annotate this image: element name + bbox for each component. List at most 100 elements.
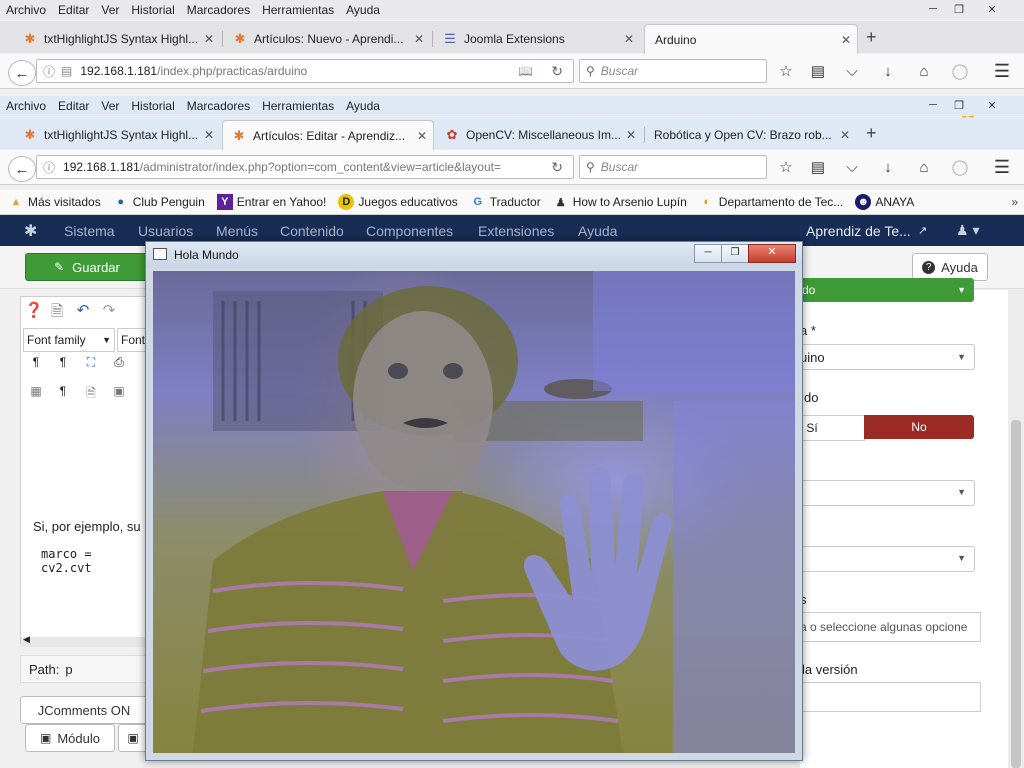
status-select[interactable]: do ▼ xyxy=(800,278,974,302)
media-icon[interactable]: ▣ xyxy=(105,384,133,405)
tab-robotica[interactable]: Robótica y Open CV: Brazo rob... ✕ xyxy=(646,120,856,149)
reload-icon[interactable]: ↻ xyxy=(551,63,563,80)
bookmark-anaya[interactable]: ☻ ANAYA xyxy=(855,194,914,210)
bookmarks-overflow-icon[interactable]: » xyxy=(1011,195,1018,209)
close-tab-icon[interactable]: ✕ xyxy=(204,32,214,46)
user-icon[interactable]: ♟ ▾ xyxy=(956,222,979,239)
close-tab-icon[interactable]: ✕ xyxy=(204,128,214,142)
pilcrow-icon[interactable]: ¶ xyxy=(49,384,77,405)
url-bar[interactable]: ⓘ ▤ 192.168.1.181/index.php/practicas/ar… xyxy=(36,59,574,83)
fullscreen-icon[interactable]: ⛶ xyxy=(77,355,105,370)
pocket-icon[interactable]: ⌵ xyxy=(842,157,862,177)
category-select[interactable]: uino ▼ xyxy=(800,344,975,370)
search-input[interactable]: ⚲ Buscar xyxy=(579,155,767,179)
back-button[interactable]: ← xyxy=(8,156,36,182)
rtl-icon[interactable]: ¶ xyxy=(49,355,77,370)
close-tab-icon[interactable]: ✕ xyxy=(414,32,424,46)
bookmark-arsenio[interactable]: ♟ How to Arsenio Lupín xyxy=(553,194,687,210)
menu-herramientas[interactable]: Herramientas xyxy=(262,99,334,113)
page-vscrollbar[interactable] xyxy=(1008,290,1024,768)
home-icon[interactable]: ⌂ xyxy=(914,157,934,177)
bookmark-club-penguin[interactable]: ● Club Penguin xyxy=(113,194,204,210)
nav-componentes[interactable]: Componentes xyxy=(366,223,453,239)
menu-ayuda[interactable]: Ayuda xyxy=(346,99,380,113)
tab-txthighlight[interactable]: ✱ txtHighlightJS Syntax Highl... ✕ xyxy=(14,24,220,53)
pocket-icon[interactable]: ⌵ xyxy=(842,61,862,81)
window-minimize-button[interactable]: ─ xyxy=(694,244,722,263)
info-icon[interactable]: ⓘ xyxy=(43,159,55,176)
nav-contenido[interactable]: Contenido xyxy=(280,223,344,239)
reader-view-icon[interactable]: 📖 xyxy=(518,64,533,78)
maximize-button[interactable]: ❐ xyxy=(946,96,972,114)
nav-sistema[interactable]: Sistema xyxy=(64,223,115,239)
info-icon[interactable]: ⓘ xyxy=(43,63,55,80)
save-button[interactable]: ✎ Guardar xyxy=(25,253,149,281)
maximize-button[interactable]: ❐ xyxy=(946,0,972,18)
nav-ayuda[interactable]: Ayuda xyxy=(578,223,617,239)
hamburger-menu-icon[interactable]: ☰ xyxy=(992,157,1012,177)
template-icon[interactable]: 🗎 xyxy=(77,384,105,405)
tab-articulos-editar[interactable]: ✱ Artículos: Editar - Aprendiz... ✕ xyxy=(222,120,434,150)
window-maximize-button[interactable]: ❐ xyxy=(721,244,749,263)
menu-historial[interactable]: Historial xyxy=(131,3,174,17)
access-select[interactable]: ▼ xyxy=(800,480,975,506)
close-button[interactable]: ✕ xyxy=(972,96,1012,114)
bookmark-traductor[interactable]: G Traductor xyxy=(470,194,541,210)
new-doc-icon[interactable]: 🗎 xyxy=(45,301,69,323)
tab-articulos-nuevo[interactable]: ✱ Artículos: Nuevo - Aprendi... ✕ xyxy=(224,24,430,53)
star-icon[interactable]: ☆ xyxy=(776,157,796,177)
window-close-button[interactable]: ✕ xyxy=(748,244,796,263)
sync-icon[interactable]: ◯ xyxy=(950,61,970,81)
print-icon[interactable]: ⎙ xyxy=(105,355,133,370)
close-tab-icon[interactable]: ✕ xyxy=(624,32,634,46)
tags-input[interactable]: a o seleccione algunas opcione xyxy=(800,612,981,642)
download-icon[interactable]: ↓ xyxy=(878,61,898,81)
bookmark-yahoo[interactable]: Y Entrar en Yahoo! xyxy=(216,194,326,210)
scrollbar-thumb[interactable] xyxy=(1011,420,1021,768)
bookmark-departamento[interactable]: ◐ Departamento de Tec... xyxy=(699,194,843,210)
star-icon[interactable]: ☆ xyxy=(776,61,796,81)
bookmark-mas-visitados[interactable]: ▲ Más visitados xyxy=(8,194,101,210)
menu-marcadores[interactable]: Marcadores xyxy=(187,99,250,113)
tab-arduino[interactable]: Arduino ✕ xyxy=(644,24,858,54)
download-icon[interactable]: ↓ xyxy=(878,157,898,177)
featured-no[interactable]: No xyxy=(864,415,974,439)
url-bar[interactable]: ⓘ 192.168.1.181/administrator/index.php?… xyxy=(36,155,574,179)
modulo-button[interactable]: ▣ Módulo xyxy=(25,724,115,752)
tab-txthighlight[interactable]: ✱ txtHighlightJS Syntax Highl... ✕ xyxy=(14,120,220,149)
menu-marcadores[interactable]: Marcadores xyxy=(187,3,250,17)
help-circle-icon[interactable]: ❓ xyxy=(23,301,45,323)
menu-historial[interactable]: Historial xyxy=(131,99,174,113)
ltr-icon[interactable]: ¶ xyxy=(23,355,49,370)
nav-extensiones[interactable]: Extensiones xyxy=(478,223,554,239)
menu-editar[interactable]: Editar xyxy=(58,99,89,113)
close-tab-icon[interactable]: ✕ xyxy=(417,129,427,143)
home-icon[interactable]: ⌂ xyxy=(914,61,934,81)
minimize-button[interactable]: ─ xyxy=(920,96,946,114)
undo-icon[interactable]: ↶ xyxy=(69,301,97,323)
help-button[interactable]: ? Ayuda xyxy=(912,253,988,281)
search-input[interactable]: ⚲ Buscar xyxy=(579,59,767,83)
close-tab-icon[interactable]: ✕ xyxy=(840,128,850,142)
sync-icon[interactable]: ◯ xyxy=(950,157,970,177)
font-family-select[interactable]: Font family ▼ xyxy=(23,328,115,352)
menu-archivo[interactable]: Archivo xyxy=(6,99,46,113)
menu-ayuda[interactable]: Ayuda xyxy=(346,3,380,17)
grid-icon[interactable]: ▦ xyxy=(23,384,49,405)
opencv-window[interactable]: Hola Mundo ─ ❐ ✕ xyxy=(145,241,803,761)
scroll-left-icon[interactable]: ◀ xyxy=(23,634,30,645)
reload-icon[interactable]: ↻ xyxy=(551,159,563,176)
nav-usuarios[interactable]: Usuarios xyxy=(138,223,193,239)
joomla-logo-icon[interactable]: ✱ xyxy=(24,221,37,241)
menu-archivo[interactable]: Archivo xyxy=(6,3,46,17)
menu-editar[interactable]: Editar xyxy=(58,3,89,17)
hamburger-menu-icon[interactable]: ☰ xyxy=(992,61,1012,81)
nav-menus[interactable]: Menús xyxy=(216,223,258,239)
jcomments-button[interactable]: JComments ON xyxy=(20,696,148,724)
tab-opencv[interactable]: ✿ OpenCV: Miscellaneous Im... ✕ xyxy=(436,120,642,149)
new-tab-icon[interactable]: + xyxy=(866,123,877,144)
close-tab-icon[interactable]: ✕ xyxy=(626,128,636,142)
bookmark-juegos[interactable]: D Juegos educativos xyxy=(338,194,458,210)
close-tab-icon[interactable]: ✕ xyxy=(841,33,851,47)
new-tab-icon[interactable]: + xyxy=(866,27,877,48)
